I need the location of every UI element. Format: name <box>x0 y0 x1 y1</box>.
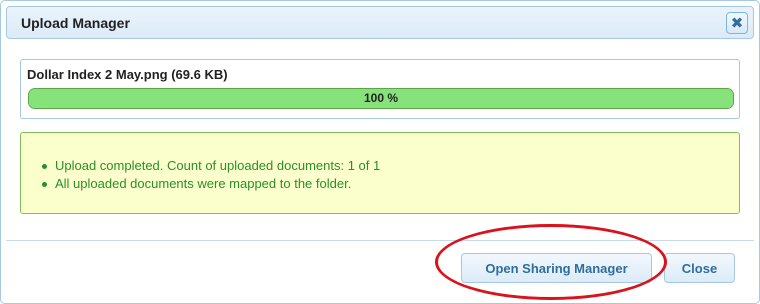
close-x-icon: ✖ <box>730 14 744 32</box>
upload-progress-bar: 100 % <box>28 88 734 109</box>
upload-manager-dialog: Upload Manager ✖ Dollar Index 2 May.png … <box>0 0 760 304</box>
open-sharing-manager-button[interactable]: Open Sharing Manager <box>461 253 652 283</box>
dialog-title: Upload Manager <box>21 15 130 31</box>
bullet-icon <box>42 164 47 169</box>
dialog-titlebar: Upload Manager ✖ <box>6 6 754 39</box>
bullet-icon <box>42 182 47 187</box>
status-message-text: All uploaded documents were mapped to th… <box>55 176 352 191</box>
status-message-text: Upload completed. Count of uploaded docu… <box>55 158 381 173</box>
status-message: Upload completed. Count of uploaded docu… <box>42 157 380 175</box>
uploaded-file-label: Dollar Index 2 May.png (69.6 KB) <box>27 67 228 82</box>
upload-file-panel: Dollar Index 2 May.png (69.6 KB) 100 % <box>20 59 740 119</box>
upload-status-messages: Upload completed. Count of uploaded docu… <box>20 132 740 214</box>
close-button[interactable]: Close <box>664 253 735 283</box>
footer-divider <box>6 240 754 241</box>
status-message: All uploaded documents were mapped to th… <box>42 175 380 193</box>
progress-text: 100 % <box>363 91 399 105</box>
dialog-close-button[interactable]: ✖ <box>726 12 748 34</box>
